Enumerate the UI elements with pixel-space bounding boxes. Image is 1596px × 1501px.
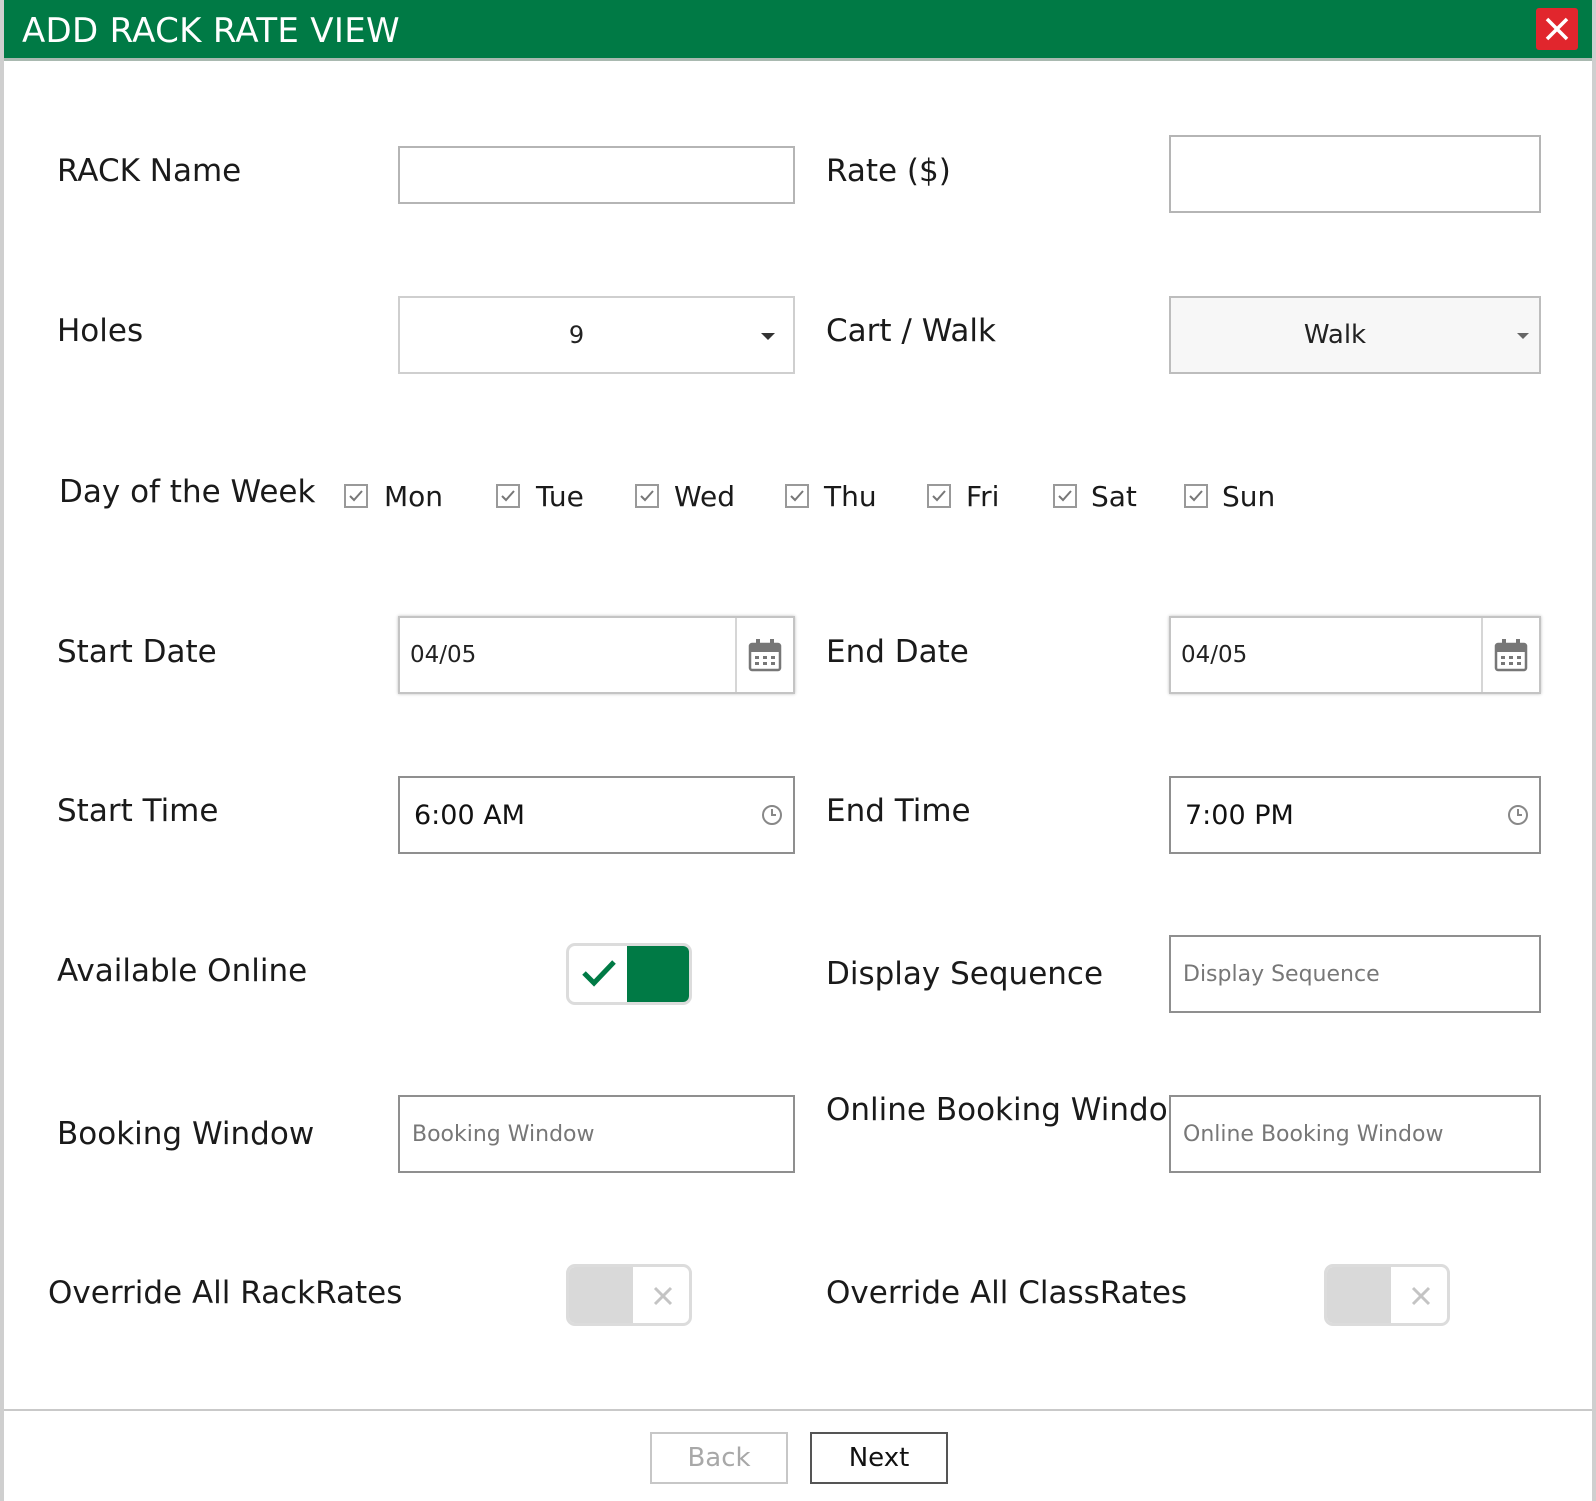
clock-icon[interactable]	[1507, 804, 1529, 826]
available-online-toggle[interactable]	[566, 943, 692, 1005]
day-label-sun: Sun	[1222, 480, 1276, 513]
day-label-tue: Tue	[536, 480, 584, 513]
booking-window-label: Booking Window	[57, 1116, 315, 1152]
add-rack-rate-dialog: ADD RACK RATE VIEW RACK Name Rate ($) Ho…	[0, 0, 1596, 1501]
rate-label: Rate ($)	[826, 153, 951, 189]
available-online-label: Available Online	[57, 953, 308, 989]
end-date-value: 04/05	[1181, 642, 1248, 668]
end-date-label: End Date	[826, 634, 969, 670]
chevron-down-icon	[761, 333, 775, 340]
check-icon	[640, 490, 654, 502]
holes-selected-value: 9	[568, 321, 585, 349]
close-button[interactable]	[1536, 8, 1578, 50]
toggle-knob	[627, 946, 689, 1002]
override-classrates-label: Override All ClassRates	[826, 1275, 1188, 1311]
start-date-field[interactable]: 04/05	[398, 616, 795, 694]
day-label-mon: Mon	[384, 480, 444, 513]
calendar-icon	[748, 639, 782, 672]
day-label-wed: Wed	[674, 480, 736, 513]
display-sequence-field[interactable]	[1169, 935, 1541, 1013]
checkbox-tue[interactable]	[496, 484, 520, 508]
checkbox-fri[interactable]	[927, 484, 951, 508]
check-icon	[501, 490, 515, 502]
checkbox-wed[interactable]	[635, 484, 659, 508]
end-time-label: End Time	[826, 793, 971, 829]
start-date-value: 04/05	[410, 642, 477, 668]
end-date-calendar-button[interactable]	[1481, 618, 1539, 692]
rate-field[interactable]	[1169, 135, 1541, 213]
checkbox-thu[interactable]	[785, 484, 809, 508]
close-icon	[653, 1286, 673, 1306]
online-booking-window-field[interactable]	[1169, 1095, 1541, 1173]
back-button[interactable]: Back	[650, 1432, 788, 1484]
check-icon	[349, 490, 363, 502]
day-label-fri: Fri	[966, 480, 1000, 513]
online-booking-window-input[interactable]	[1171, 1097, 1539, 1171]
title-bar: ADD RACK RATE VIEW	[0, 0, 1596, 61]
check-icon	[932, 490, 946, 502]
checkbox-sat[interactable]	[1053, 484, 1077, 508]
chevron-down-icon	[1517, 333, 1529, 339]
booking-window-input[interactable]	[400, 1097, 793, 1171]
booking-window-field[interactable]	[398, 1095, 795, 1173]
cart-walk-select[interactable]: Walk	[1169, 296, 1541, 374]
close-icon	[1411, 1286, 1431, 1306]
cart-walk-selected-value: Walk	[1303, 320, 1367, 350]
calendar-icon	[1494, 639, 1528, 672]
override-rackrates-label: Override All RackRates	[48, 1275, 403, 1311]
end-time-value: 7:00 PM	[1185, 799, 1294, 831]
day-label-thu: Thu	[824, 480, 877, 513]
day-of-week-label: Day of the Week	[59, 474, 316, 510]
check-icon	[790, 490, 804, 502]
holes-label: Holes	[57, 313, 144, 349]
start-time-value: 6:00 AM	[414, 799, 525, 831]
checkbox-mon[interactable]	[344, 484, 368, 508]
rack-name-input[interactable]	[400, 148, 793, 202]
dialog-title: ADD RACK RATE VIEW	[22, 11, 400, 51]
end-time-field[interactable]: 7:00 PM	[1169, 776, 1541, 854]
start-time-label: Start Time	[57, 793, 219, 829]
next-button[interactable]: Next	[810, 1432, 948, 1484]
close-icon	[1545, 17, 1569, 41]
toggle-knob	[569, 1267, 633, 1323]
end-date-field[interactable]: 04/05	[1169, 616, 1541, 694]
check-icon	[1058, 490, 1072, 502]
dialog-border-left	[0, 0, 4, 1501]
rack-name-field[interactable]	[398, 146, 795, 204]
display-sequence-label: Display Sequence	[826, 956, 1104, 992]
start-date-calendar-button[interactable]	[735, 618, 793, 692]
display-sequence-input[interactable]	[1171, 937, 1539, 1011]
check-icon	[1189, 490, 1203, 502]
footer-divider	[4, 1409, 1592, 1411]
rate-input[interactable]	[1171, 137, 1539, 211]
rack-name-label: RACK Name	[57, 153, 242, 189]
start-time-field[interactable]: 6:00 AM	[398, 776, 795, 854]
checkbox-sun[interactable]	[1184, 484, 1208, 508]
day-label-sat: Sat	[1091, 480, 1137, 513]
online-booking-window-label: Online Booking Window	[826, 1092, 1194, 1128]
override-classrates-toggle[interactable]	[1324, 1264, 1450, 1326]
check-icon	[582, 960, 616, 987]
clock-icon[interactable]	[761, 804, 783, 826]
override-rackrates-toggle[interactable]	[566, 1264, 692, 1326]
cart-walk-label: Cart / Walk	[826, 313, 996, 349]
holes-select[interactable]: 9	[398, 296, 795, 374]
toggle-knob	[1327, 1267, 1391, 1323]
start-date-label: Start Date	[57, 634, 217, 670]
dialog-border-right	[1592, 0, 1596, 1501]
